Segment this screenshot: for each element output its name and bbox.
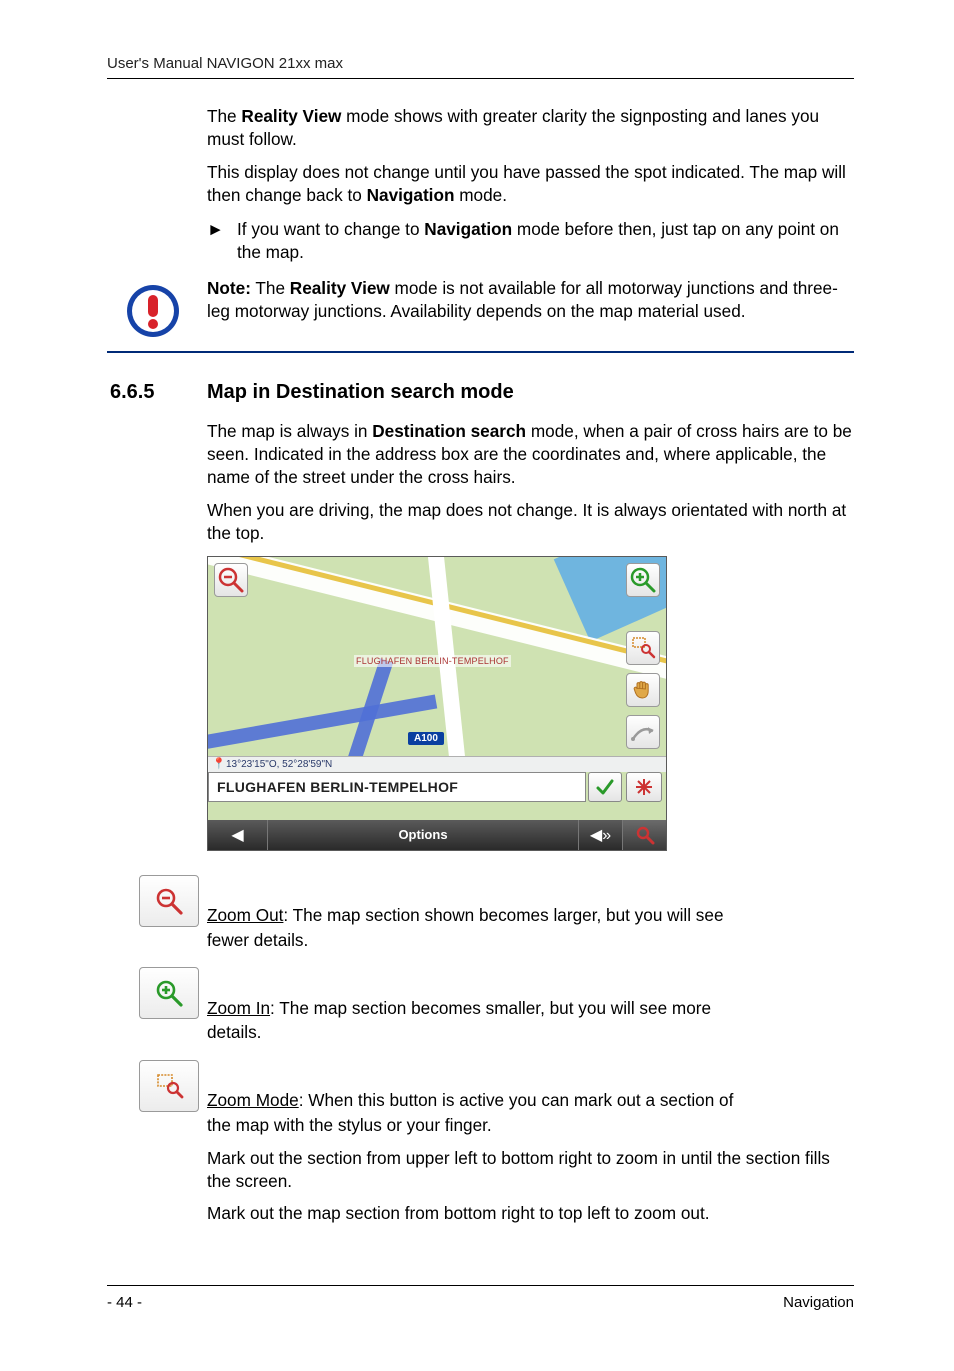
text-bold: Navigation	[367, 185, 455, 205]
text: The	[251, 278, 290, 298]
map-screenshot: FLUGHAFEN BERLIN-TEMPELHOF A100	[207, 556, 667, 851]
zoom-out-button[interactable]	[214, 563, 248, 597]
text: If you want to change to	[237, 219, 424, 239]
hand-icon	[628, 675, 658, 705]
pan-button[interactable]	[626, 673, 660, 707]
zoom-in-icon	[628, 565, 658, 595]
para-dest-search: The map is always in Destination search …	[207, 420, 854, 488]
address-box: FLUGHAFEN BERLIN-TEMPELHOF	[208, 772, 586, 802]
text: This display does not change until you h…	[207, 162, 846, 205]
zoom-mode-cont3: Mark out the map section from bottom rig…	[207, 1202, 854, 1225]
text-bold: Reality View	[290, 278, 390, 298]
text: The map is always in	[207, 421, 372, 441]
text-bold: Reality View	[241, 106, 341, 126]
coordinates-bar: 13°23'15"O, 52°28'59"N	[208, 756, 666, 772]
zoom-out-icon-box	[139, 875, 199, 927]
text: : The map section becomes smaller, but y…	[270, 998, 711, 1018]
icon-row-text: Zoom Out: The map section shown becomes …	[207, 904, 724, 927]
zoom-out-cont: fewer details.	[207, 929, 854, 952]
note-text: Note: The Reality View mode is not avail…	[207, 277, 854, 322]
text: : The map section shown becomes larger, …	[283, 905, 723, 925]
zoom-in-description: Zoom In: The map section becomes smaller…	[107, 967, 854, 1019]
note-block: Note: The Reality View mode is not avail…	[107, 277, 854, 353]
text: The	[207, 106, 241, 126]
zoom-in-icon	[154, 978, 184, 1008]
map-poi-label: FLUGHAFEN BERLIN-TEMPELHOF	[354, 655, 511, 667]
para-driving-north: When you are driving, the map does not c…	[207, 499, 854, 544]
zoom-mode-description: Zoom Mode: When this button is active yo…	[107, 1060, 854, 1112]
zoom-mode-icon	[628, 633, 658, 663]
route-button[interactable]	[626, 715, 660, 749]
text-bold: Navigation	[424, 219, 512, 239]
search-button[interactable]	[622, 820, 666, 850]
zoom-out-label: Zoom Out	[207, 905, 283, 925]
zoom-in-button[interactable]	[626, 563, 660, 597]
pin-icon: 📍	[212, 757, 226, 770]
alert-icon	[125, 283, 181, 339]
text-bold: Destination search	[372, 421, 526, 441]
zoom-in-icon-box	[139, 967, 199, 1019]
icon-row-text: Zoom In: The map section becomes smaller…	[207, 997, 711, 1020]
page-header: User's Manual NAVIGON 21xx max	[107, 55, 854, 79]
back-icon: ◀	[231, 825, 243, 845]
zoom-mode-icon-box	[139, 1060, 199, 1112]
search-icon	[635, 825, 655, 845]
bottom-toolbar: ◀ Options ◀»	[208, 820, 666, 850]
zoom-mode-icon	[154, 1071, 184, 1101]
route-icon	[628, 717, 658, 747]
zoom-in-label: Zoom In	[207, 998, 270, 1018]
zoom-mode-label: Zoom Mode	[207, 1090, 299, 1110]
zoom-out-icon	[154, 886, 184, 916]
footer-section: Navigation	[783, 1294, 854, 1311]
text: : When this button is active you can mar…	[299, 1090, 734, 1110]
zoom-mode-cont2: Mark out the section from upper left to …	[207, 1147, 854, 1192]
bullet-marker: ►	[207, 218, 237, 263]
options-button[interactable]: Options	[268, 827, 578, 842]
confirm-button[interactable]	[588, 772, 622, 802]
section-title: Map in Destination search mode	[207, 381, 514, 404]
page-footer: - 44 - Navigation	[107, 1285, 854, 1311]
note-label: Note:	[207, 278, 251, 298]
text: mode.	[454, 185, 507, 205]
para-reality-view: The Reality View mode shows with greater…	[207, 105, 854, 150]
speaker-icon: ◀»	[590, 825, 611, 845]
zoom-mode-cont1: the map with the stylus or your finger.	[207, 1114, 854, 1137]
bullet-navigation-tap: ► If you want to change to Navigation mo…	[207, 218, 854, 263]
set-destination-button[interactable]	[626, 772, 662, 802]
section-heading: 6.6.5 Map in Destination search mode	[107, 381, 854, 404]
section-number: 6.6.5	[107, 381, 207, 404]
page-number: - 44 -	[107, 1294, 142, 1311]
icon-row-text: Zoom Mode: When this button is active yo…	[207, 1089, 733, 1112]
zoom-mode-button[interactable]	[626, 631, 660, 665]
para-display-change: This display does not change until you h…	[207, 161, 854, 206]
zoom-out-description: Zoom Out: The map section shown becomes …	[107, 875, 854, 927]
check-icon	[595, 777, 615, 797]
back-button[interactable]: ◀	[208, 820, 268, 850]
road-shield: A100	[408, 732, 444, 745]
zoom-out-icon	[216, 565, 246, 595]
bullet-text: If you want to change to Navigation mode…	[237, 218, 854, 263]
volume-button[interactable]: ◀»	[578, 820, 622, 850]
zoom-in-cont: details.	[207, 1021, 854, 1044]
destination-pin-icon	[634, 777, 654, 797]
map-road	[207, 694, 437, 753]
